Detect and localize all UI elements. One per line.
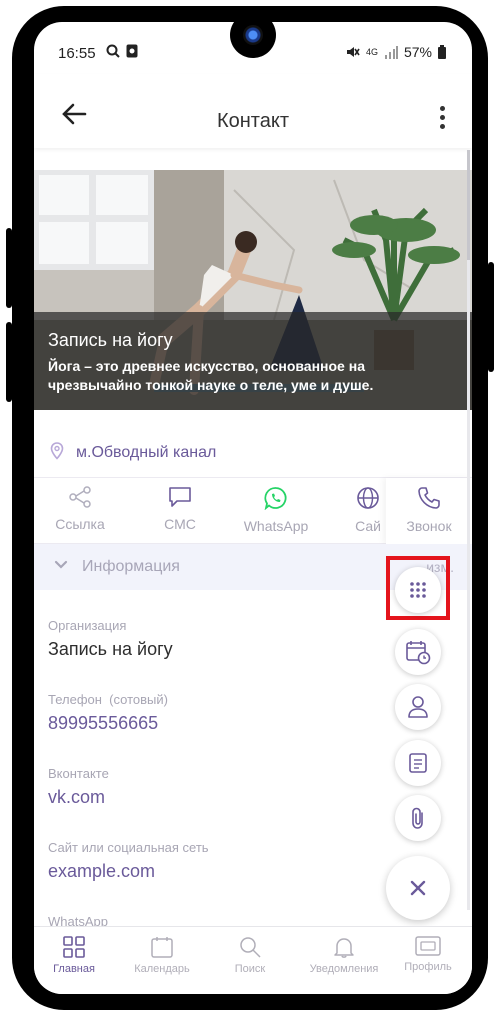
hero-description-line: Йога – это древнее искусство, основанное… [48,358,365,374]
address-row[interactable]: м.Обводный канал [34,424,472,478]
hero-banner[interactable]: Запись на йогу Йога – это древнее искусс… [34,170,472,410]
chevron-down-icon [54,560,68,569]
calendar-clock-icon [406,641,431,665]
battery-icon [438,45,446,59]
nav-notifications[interactable]: Уведомления [298,935,390,975]
nav-home[interactable]: Главная [34,935,114,975]
note-icon [409,753,427,773]
close-icon [410,880,426,896]
action-sms[interactable]: СМС [140,486,220,532]
action-label: Ссылка [55,516,105,532]
signal-icon [384,46,398,59]
bell-icon [334,938,354,958]
network-label: 4G [365,46,378,57]
nav-profile[interactable]: Профиль [388,935,468,973]
nav-label: Главная [53,963,95,975]
calendar-icon [151,937,173,958]
nav-label: Профиль [404,961,452,973]
sms-icon [169,487,191,507]
phone-frame: 16:55 4G 57% Контакт Запись на йогу Йога… [0,0,500,1016]
action-call[interactable]: Звонок [386,478,472,544]
hero-title: Запись на йогу [48,330,173,350]
photo-icon [126,44,138,58]
scrollbar[interactable] [467,150,470,910]
search-icon [106,44,120,58]
close-menu-button[interactable] [386,856,450,920]
field-organization: Организация Запись на йогу [48,618,388,660]
field-phone: Телефон (сотовый) 89995556665 [48,692,388,734]
phone-link[interactable]: 89995556665 [48,713,388,734]
search-icon [240,937,261,958]
nav-calendar[interactable]: Календарь [122,935,202,975]
id-card-icon [415,936,441,956]
action-label: WhatsApp [243,518,309,534]
field-vkontakte: Вконтакте vk.com [48,766,388,808]
whatsapp-icon [264,487,287,510]
apps-button[interactable] [395,567,441,613]
add-event-button[interactable] [395,629,441,675]
person-icon [408,696,428,718]
page-title: Контакт [216,110,289,132]
nav-label: Уведомления [309,963,379,975]
paperclip-icon [412,807,423,829]
front-camera [230,12,276,58]
field-label: Телефон (сотовый) [48,692,168,707]
field-label: Вконтакте [48,766,109,781]
hero-caption: Запись на йогу Йога – это древнее искусс… [34,312,472,410]
app-bar: Контакт [34,74,472,148]
action-label: Звонок [406,518,452,534]
info-title: Информация [82,558,180,575]
hero-description: Йога – это древнее искусство, основанное… [48,357,458,395]
battery-percent: 57% [403,44,432,60]
action-whatsapp[interactable]: WhatsApp [236,486,316,534]
add-person-button[interactable] [395,684,441,730]
nav-search[interactable]: Поиск [210,935,290,975]
action-link[interactable]: Ссылка [40,486,120,532]
contact-actions: Ссылка СМС WhatsApp Сай Звонок [34,478,472,544]
globe-icon [357,487,379,509]
nav-label: Поиск [234,963,266,975]
more-vertical-icon[interactable] [438,106,446,132]
bottom-nav: Главная Календарь Поиск Уведомления Проф… [34,926,472,994]
attach-file-button[interactable] [395,795,441,841]
apps-grid-icon [410,582,426,598]
hero-description-line: чрезвычайно тонкой науке о теле, уме и д… [48,377,374,393]
field-website: Сайт или социальная сеть example.com [48,840,388,882]
phone-icon [418,487,440,509]
field-label: Организация [48,618,127,633]
status-time: 16:55 [58,45,96,62]
mute-icon [346,47,360,57]
add-note-button[interactable] [395,740,441,786]
screen: 16:55 4G 57% Контакт Запись на йогу Йога… [34,22,472,994]
address-text: м.Обводный канал [76,444,217,461]
website-link[interactable]: example.com [48,861,388,882]
power-button [488,262,494,372]
action-label: СМС [164,516,196,532]
location-pin-icon [50,442,64,460]
share-icon [69,486,91,508]
home-grid-icon [63,936,85,958]
nav-label: Календарь [134,963,190,975]
vk-link[interactable]: vk.com [48,787,388,808]
field-label: Сайт или социальная сеть [48,840,209,855]
field-value: Запись на йогу [48,639,173,659]
